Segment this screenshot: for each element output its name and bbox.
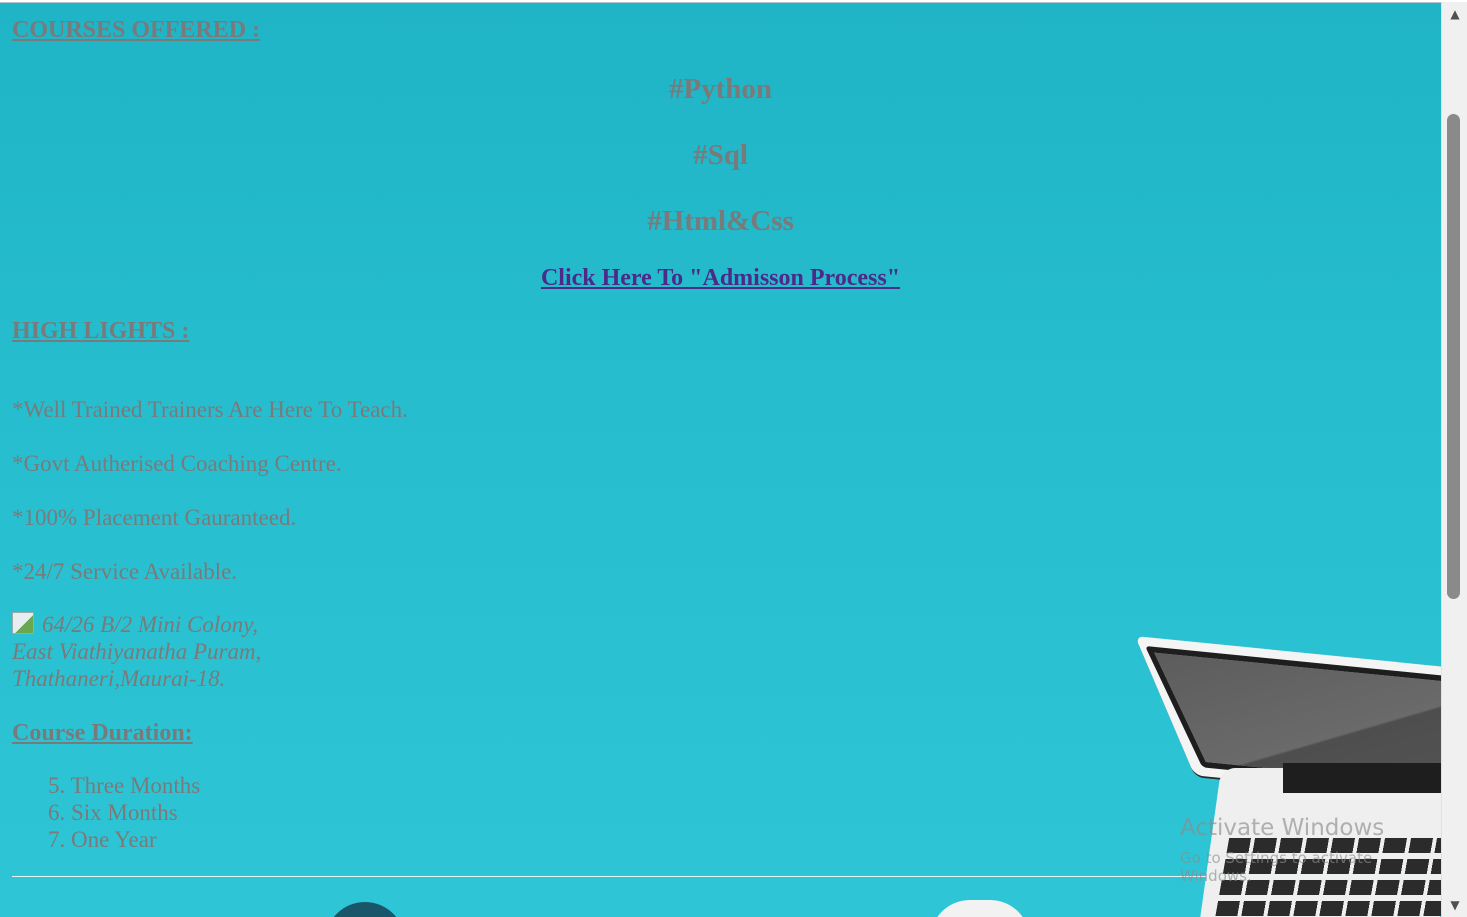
vertical-scrollbar[interactable]: ▲ ▼ (1441, 2, 1467, 917)
list-item: 7. One Year (48, 827, 157, 852)
duration-list: 5. Three Months 6. Six Months 7. One Yea… (48, 772, 200, 853)
address-line-1: 64/26 B/2 Mini Colony, (42, 612, 258, 637)
mouse-illustration (930, 900, 1030, 917)
broken-image-icon (12, 612, 34, 634)
address-block: 64/26 B/2 Mini Colony, East Viathiyanath… (12, 611, 261, 692)
highlight-item: *100% Placement Gauranteed. (12, 505, 297, 530)
scrollbar-thumb[interactable] (1447, 114, 1460, 599)
course-duration-heading: Course Duration: (12, 720, 193, 746)
address-line-2: East Viathiyanatha Puram, (12, 639, 262, 664)
highlight-item: *24/7 Service Available. (12, 559, 238, 584)
laptop-hinge-illustration (1283, 763, 1441, 793)
scroll-up-icon[interactable]: ▲ (1442, 4, 1467, 24)
scroll-down-icon[interactable]: ▼ (1442, 895, 1467, 915)
course-python: #Python (668, 73, 773, 105)
page-viewport: COURSES OFFERED : #Python #Sql #Html&Css… (0, 2, 1441, 917)
course-sql: #Sql (693, 139, 748, 171)
list-item: 6. Six Months (48, 800, 178, 825)
admission-process-link[interactable]: Click Here To "Admisson Process" (541, 265, 900, 291)
highlight-item: *Govt Autherised Coaching Centre. (12, 451, 342, 476)
watermark-title: Activate Windows (1180, 815, 1385, 841)
decorative-object (325, 902, 405, 917)
course-html-css: #Html&Css (647, 205, 794, 237)
courses-offered-heading: COURSES OFFERED : (12, 17, 261, 43)
list-item: 5. Three Months (48, 773, 201, 798)
admission-link-container: Click Here To "Admisson Process" (12, 265, 1429, 292)
watermark-subtitle: Go to Settings to activate Windows. (1180, 849, 1373, 885)
activate-windows-watermark: Activate Windows Go to Settings to activ… (1180, 815, 1441, 885)
highlight-item: *Well Trained Trainers Are Here To Teach… (12, 397, 408, 422)
address-line-3: Thathaneri,Maurai-18. (12, 666, 226, 691)
highlights-heading: HIGH LIGHTS : (12, 318, 190, 344)
